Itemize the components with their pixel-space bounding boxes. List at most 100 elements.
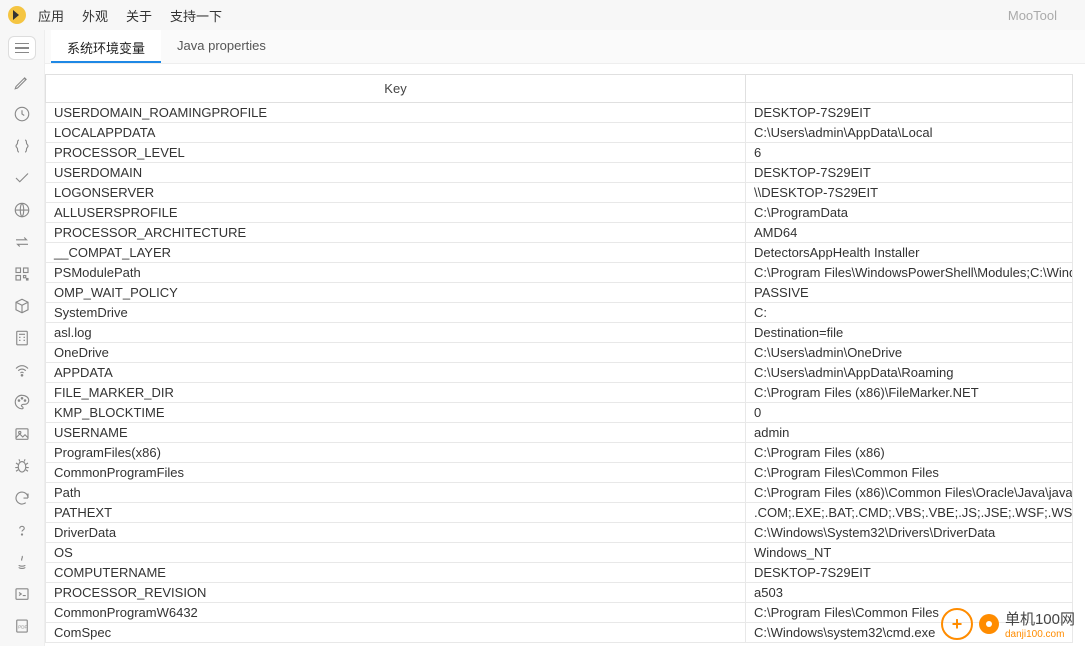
table-row[interactable]: ALLUSERSPROFILEC:\ProgramData [46,203,1073,223]
cell-key: LOCALAPPDATA [46,123,746,143]
cell-key: OS [46,543,746,563]
cell-value: C:\ProgramData [746,203,1073,223]
cell-value: 6 [746,143,1073,163]
table-row[interactable]: OneDriveC:\Users\admin\OneDrive [46,343,1073,363]
cell-key: CommonProgramFiles [46,463,746,483]
cell-key: USERDOMAIN_ROAMINGPROFILE [46,103,746,123]
table-row[interactable]: CommonProgramFilesC:\Program Files\Commo… [46,463,1073,483]
table-row[interactable]: USERDOMAIN_ROAMINGPROFILEDESKTOP-7S29EIT [46,103,1073,123]
menu-appearance[interactable]: 外观 [82,6,108,25]
braces-icon[interactable] [12,136,32,156]
cell-value: .COM;.EXE;.BAT;.CMD;.VBS;.VBE;.JS;.JSE;.… [746,503,1073,523]
table-row[interactable]: LOGONSERVER\\DESKTOP-7S29EIT [46,183,1073,203]
cell-value: C:\Windows\system32\cmd.exe [746,623,1073,643]
table-row[interactable]: ProgramFiles(x86)C:\Program Files (x86) [46,443,1073,463]
column-value[interactable] [746,75,1073,103]
env-table: Key USERDOMAIN_ROAMINGPROFILEDESKTOP-7S2… [45,74,1073,643]
globe-icon[interactable] [12,200,32,220]
bug-icon[interactable] [12,456,32,476]
table-row[interactable]: PathC:\Program Files (x86)\Common Files\… [46,483,1073,503]
cell-value: C:\Users\admin\OneDrive [746,343,1073,363]
wifi-icon[interactable] [12,360,32,380]
table-row[interactable]: OMP_WAIT_POLICYPASSIVE [46,283,1073,303]
table-row[interactable]: SystemDriveC: [46,303,1073,323]
table-row[interactable]: asl.logDestination=file [46,323,1073,343]
tab-java-properties[interactable]: Java properties [161,30,282,63]
table-row[interactable]: CommonProgramW6432C:\Program Files\Commo… [46,603,1073,623]
cell-value: \\DESKTOP-7S29EIT [746,183,1073,203]
java-icon[interactable] [12,552,32,572]
table-row[interactable]: PROCESSOR_LEVEL6 [46,143,1073,163]
main: PDF 系统环境变量 Java properties Key USERDOMAI… [0,30,1085,646]
cell-key: PSModulePath [46,263,746,283]
cell-key: __COMPAT_LAYER [46,243,746,263]
calc-icon[interactable] [12,328,32,348]
cell-value: 0 [746,403,1073,423]
cell-value: DetectorsAppHealth Installer [746,243,1073,263]
cell-key: PROCESSOR_REVISION [46,583,746,603]
image-icon[interactable] [12,424,32,444]
pdf-icon[interactable]: PDF [12,616,32,636]
cell-key: USERDOMAIN [46,163,746,183]
cell-value: a503 [746,583,1073,603]
cell-key: PATHEXT [46,503,746,523]
cell-value: DESKTOP-7S29EIT [746,163,1073,183]
sidebar: PDF [0,30,44,646]
cell-value: admin [746,423,1073,443]
cell-key: FILE_MARKER_DIR [46,383,746,403]
table-row[interactable]: COMPUTERNAMEDESKTOP-7S29EIT [46,563,1073,583]
check-icon[interactable] [12,168,32,188]
menu-app[interactable]: 应用 [38,6,64,25]
cell-value: C:\Program Files\Common Files [746,463,1073,483]
cell-value: C:\Users\admin\AppData\Local [746,123,1073,143]
table-row[interactable]: APPDATAC:\Users\admin\AppData\Roaming [46,363,1073,383]
qrcode-icon[interactable] [12,264,32,284]
palette-icon[interactable] [12,392,32,412]
convert-icon[interactable] [12,232,32,252]
table-row[interactable]: OSWindows_NT [46,543,1073,563]
cell-key: asl.log [46,323,746,343]
cell-value: Windows_NT [746,543,1073,563]
menu-support[interactable]: 支持一下 [170,6,222,25]
terminal-icon[interactable] [12,584,32,604]
table-container[interactable]: Key USERDOMAIN_ROAMINGPROFILEDESKTOP-7S2… [45,64,1085,646]
topbar: 应用 外观 关于 支持一下 MooTool [0,0,1085,30]
table-row[interactable]: PROCESSOR_REVISIONa503 [46,583,1073,603]
table-row[interactable]: KMP_BLOCKTIME0 [46,403,1073,423]
help-icon[interactable] [12,520,32,540]
table-row[interactable]: DriverDataC:\Windows\System32\Drivers\Dr… [46,523,1073,543]
table-row[interactable]: USERNAMEadmin [46,423,1073,443]
hamburger-icon[interactable] [8,36,36,60]
cell-value: C: [746,303,1073,323]
tabs: 系统环境变量 Java properties [45,30,1085,64]
table-row[interactable]: PATHEXT.COM;.EXE;.BAT;.CMD;.VBS;.VBE;.JS… [46,503,1073,523]
tab-env-vars[interactable]: 系统环境变量 [51,30,161,63]
table-row[interactable]: PROCESSOR_ARCHITECTUREAMD64 [46,223,1073,243]
cell-value: C:\Program Files\WindowsPowerShell\Modul… [746,263,1073,283]
table-row[interactable]: USERDOMAINDESKTOP-7S29EIT [46,163,1073,183]
cell-key: Path [46,483,746,503]
cell-value: C:\Program Files\Common Files [746,603,1073,623]
table-row[interactable]: __COMPAT_LAYERDetectorsAppHealth Install… [46,243,1073,263]
table-row[interactable]: PSModulePathC:\Program Files\WindowsPowe… [46,263,1073,283]
cell-key: OneDrive [46,343,746,363]
cell-key: PROCESSOR_ARCHITECTURE [46,223,746,243]
table-row[interactable]: ComSpecC:\Windows\system32\cmd.exe [46,623,1073,643]
clock-icon[interactable] [12,104,32,124]
menu-about[interactable]: 关于 [126,6,152,25]
cell-value: C:\Users\admin\AppData\Roaming [746,363,1073,383]
cell-value: DESKTOP-7S29EIT [746,103,1073,123]
cell-key: ComSpec [46,623,746,643]
svg-text:PDF: PDF [18,624,27,629]
content: 系统环境变量 Java properties Key USERDOMAIN_RO… [44,30,1085,646]
cell-key: PROCESSOR_LEVEL [46,143,746,163]
refresh-icon[interactable] [12,488,32,508]
cube-icon[interactable] [12,296,32,316]
pencil-icon[interactable] [12,72,32,92]
table-row[interactable]: FILE_MARKER_DIRC:\Program Files (x86)\Fi… [46,383,1073,403]
column-key[interactable]: Key [46,75,746,103]
cell-key: ALLUSERSPROFILE [46,203,746,223]
cell-key: OMP_WAIT_POLICY [46,283,746,303]
table-row[interactable]: LOCALAPPDATAC:\Users\admin\AppData\Local [46,123,1073,143]
cell-key: SystemDrive [46,303,746,323]
